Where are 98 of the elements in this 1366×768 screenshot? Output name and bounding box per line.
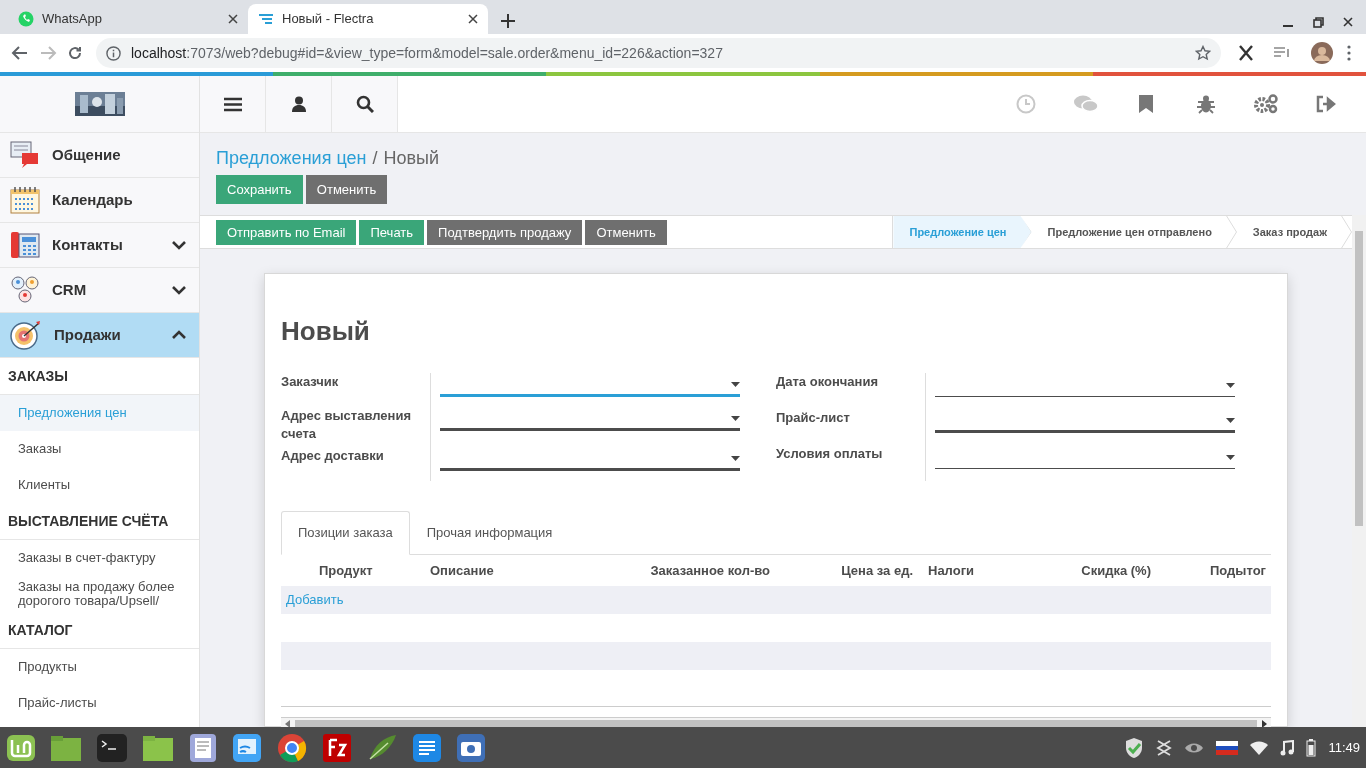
breadcrumb-current: Новый [383, 147, 440, 170]
column-header[interactable]: Продукт [309, 554, 420, 586]
document-icon[interactable] [412, 732, 442, 763]
submenu-item[interactable]: Продукты [0, 649, 199, 685]
field-label: Дата окончания [776, 373, 926, 409]
field-label: Заказчик [281, 373, 431, 407]
caret-icon [731, 382, 740, 387]
target-icon [10, 320, 42, 350]
address-bar[interactable]: localhost:7073/web?debug#id=&view_type=form&model=sale.order&menu_id=226&action=327 [96, 38, 1221, 68]
search-button[interactable] [332, 76, 398, 132]
bug-icon[interactable] [1196, 94, 1216, 114]
caret-icon [731, 456, 740, 461]
section-heading: ВЫСТАВЛЕНИЕ СЧЁТА [0, 503, 199, 540]
close-icon[interactable] [1343, 17, 1353, 27]
new-tab-icon[interactable] [501, 13, 515, 28]
menu-button[interactable] [200, 76, 266, 132]
music-icon[interactable] [1280, 739, 1295, 756]
ftp-client-icon[interactable] [322, 732, 352, 763]
calendar-icon [10, 186, 40, 214]
star-icon[interactable] [1195, 45, 1211, 61]
bookmark-icon[interactable] [1139, 95, 1153, 113]
camera-icon[interactable] [456, 732, 486, 763]
app-menu-item[interactable]: CRM [0, 268, 199, 313]
mint-menu-icon[interactable] [6, 733, 36, 762]
clock: 11:49 [1328, 738, 1360, 757]
chevron-down-icon [171, 239, 187, 251]
notebook-tab[interactable]: Позиции заказа [281, 511, 410, 555]
url-text: localhost:7073/web?debug#id=&view_type=form&model=sale.order&menu_id=226&action=327 [131, 43, 723, 63]
menu-icon [223, 96, 242, 112]
network-icon[interactable] [1156, 738, 1173, 757]
menu-icon[interactable] [1345, 45, 1352, 61]
vertical-scrollbar[interactable] [1352, 215, 1366, 727]
scroll-left-icon[interactable] [285, 720, 291, 727]
battery-icon[interactable] [1306, 738, 1317, 757]
chevron-up-icon [171, 329, 187, 341]
field-label: Адрес выставления счета [281, 407, 431, 447]
browser-tab[interactable]: WhatsApp [8, 4, 248, 34]
search-icon [355, 95, 374, 113]
phone-icon [10, 231, 40, 259]
chevron-down-icon [171, 284, 187, 296]
reload-icon[interactable] [66, 45, 83, 61]
column-header[interactable]: Скидка (%) [1000, 554, 1156, 586]
app-menu-item[interactable]: Контакты [0, 223, 199, 268]
column-header[interactable]: Налоги [918, 554, 1000, 586]
chat-bubble-icon [18, 11, 34, 27]
action-button[interactable]: Отменить [305, 175, 388, 205]
app-menu-item[interactable]: Общение [0, 133, 199, 178]
submenu-item[interactable]: Заказы [0, 431, 199, 467]
logout-icon[interactable] [1316, 95, 1336, 113]
submenu-item[interactable]: Клиенты [0, 467, 199, 503]
feed-reader-icon[interactable] [232, 732, 262, 763]
column-header[interactable]: Цена за ед. [775, 554, 918, 586]
field-label: Адрес доставки [281, 447, 431, 481]
user-icon [291, 96, 306, 112]
column-header[interactable]: Описание [420, 554, 600, 586]
column-header[interactable]: Подытог [1156, 554, 1271, 586]
flag-icon[interactable] [1216, 740, 1239, 755]
people-icon [10, 275, 40, 305]
chat-icon [10, 141, 40, 169]
app-menu-item[interactable]: Продажи [0, 313, 199, 358]
browser-tab[interactable]: Новый - Flectra [248, 4, 488, 34]
text-editor-icon[interactable] [188, 732, 218, 763]
user-button[interactable] [266, 76, 332, 132]
close-icon[interactable] [228, 14, 238, 24]
scroll-right-icon[interactable] [1261, 720, 1267, 727]
notebook-tab[interactable]: Прочая информация [409, 511, 570, 555]
app-menu-item[interactable]: Календарь [0, 178, 199, 223]
field-label: Условия оплаты [776, 445, 926, 481]
action-button[interactable]: Отменить [585, 219, 667, 245]
caret-icon [1226, 383, 1235, 388]
playlist-icon[interactable] [1273, 46, 1291, 60]
settings-icon[interactable] [1254, 94, 1278, 114]
shield-icon[interactable] [1124, 736, 1145, 759]
info-icon[interactable] [106, 45, 121, 61]
action-button[interactable]: Подтвердить продажу [427, 219, 583, 245]
field-label: Прайс-лист [776, 409, 926, 445]
back-icon[interactable] [11, 44, 30, 62]
close-icon[interactable] [468, 14, 478, 24]
restore-icon[interactable] [1312, 16, 1324, 28]
submenu-item[interactable]: Заказы в счет-фактуру [0, 540, 199, 576]
folder-icon[interactable] [50, 733, 82, 762]
submenu-item[interactable]: Заказы на продажу более дорогого товара/Upsell/ [0, 576, 199, 612]
section-heading: КАТАЛОГ [0, 612, 199, 649]
column-header[interactable]: Заказанное кол-во [600, 554, 775, 586]
avatar-icon[interactable] [1310, 42, 1333, 64]
caret-icon [1226, 455, 1235, 460]
caret-icon [1226, 418, 1235, 423]
browser-icon[interactable] [276, 731, 308, 764]
wifi-icon[interactable] [1250, 740, 1269, 755]
breadcrumb-separator: / [372, 147, 378, 170]
status-step[interactable]: Заказ продаж [1236, 216, 1352, 248]
folder-icon[interactable] [142, 733, 174, 762]
submenu-item[interactable]: Прайс-листы [0, 685, 199, 721]
terminal-icon[interactable] [96, 732, 128, 763]
status-step[interactable]: Предложение цен отправлено [1031, 216, 1237, 248]
caret-icon [731, 416, 740, 421]
extension-icon[interactable] [1237, 45, 1254, 61]
record-title: Новый [281, 315, 371, 348]
